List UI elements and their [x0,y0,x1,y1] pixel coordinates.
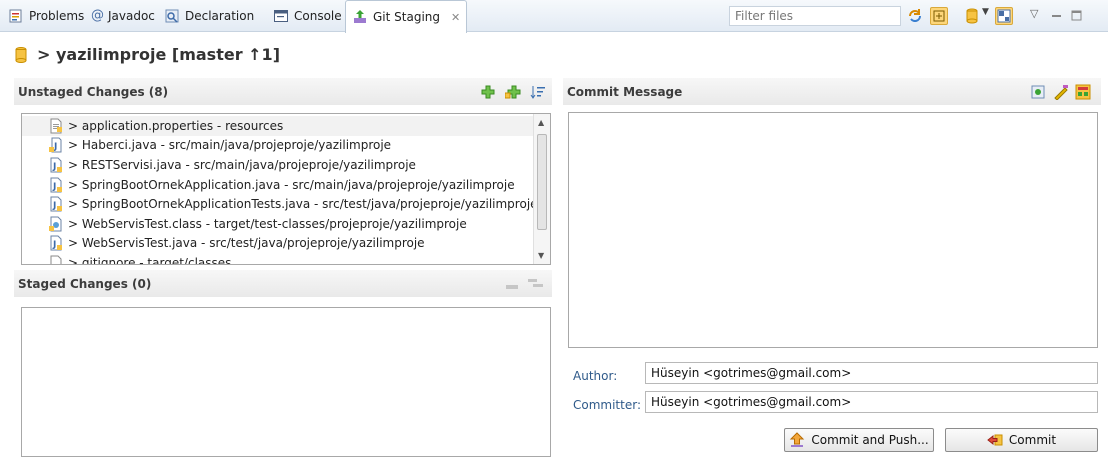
tab-problems[interactable]: Problems [8,0,84,32]
author-field[interactable]: Hüseyin <gotrimes@gmail.com> [645,362,1098,384]
scrollbar[interactable]: ▲ ▼ [533,114,550,264]
tab-label: Problems [29,9,85,23]
repository-title: > yazilimproje [master ↑1] [14,42,280,66]
commit-button[interactable]: Commit [945,428,1098,452]
tab-label: Javadoc [108,9,155,23]
list-item[interactable]: J > SpringBootOrnekApplicationTests.java… [22,194,550,214]
list-item[interactable]: J > RESTServisi.java - src/main/java/pro… [22,155,550,175]
push-icon [789,432,805,448]
file-label: > WebServisTest.java - src/test/java/pro… [68,236,425,251]
java-file-icon: J [48,157,64,173]
commit-and-push-button[interactable]: Commit and Push... [784,428,934,452]
section-title: Unstaged Changes (8) [18,84,169,99]
svg-text:J: J [52,162,56,172]
file-icon [48,255,64,264]
class-file-icon [48,216,64,232]
minimize-icon[interactable] [1048,7,1066,25]
amend-icon[interactable] [1053,84,1069,103]
tab-console[interactable]: Console [273,0,342,32]
list-item[interactable]: J > Haberci.java - src/main/java/projepr… [22,136,550,156]
file-label: > SpringBootOrnekApplicationTests.java -… [68,197,538,212]
commit-message-header: Commit Message [563,78,1101,105]
tab-label: Git Staging [373,10,441,24]
button-label: Commit [1008,433,1057,447]
add-all-to-index-icon[interactable] [504,85,521,102]
maximize-icon[interactable] [1068,7,1086,25]
svg-text:J: J [52,240,56,250]
file-label: > SpringBootOrnekApplication.java - src/… [68,177,515,192]
close-icon[interactable]: ✕ [451,11,460,24]
change-id-icon[interactable] [1075,84,1091,103]
refresh-icon[interactable] [906,7,924,25]
tab-git-staging[interactable]: Git Staging ✕ [345,0,468,33]
list-item[interactable]: J > SpringBootOrnekApplication.java - sr… [22,175,550,195]
chevron-down-icon[interactable]: ▼ [982,7,992,25]
properties-file-icon [48,118,64,134]
file-label: > RESTServisi.java - src/main/java/proje… [68,157,416,172]
list-item[interactable]: > application.properties - resources [22,116,550,136]
git-staging-icon [352,9,368,25]
committer-label: Committer: [573,398,641,412]
view-tab-bar: Problems @ Javadoc Declaration Console G… [0,0,1108,33]
sort-icon[interactable] [530,84,546,103]
view-menu-icon[interactable]: ▽ [1030,7,1048,25]
commit-icon [987,432,1003,448]
java-file-icon: J [48,196,64,212]
svg-text:J: J [52,182,56,192]
javadoc-icon: @ [91,8,104,23]
repository-icon[interactable] [963,7,981,25]
staged-files-list[interactable] [21,307,551,457]
section-title: Staged Changes (0) [18,276,152,291]
java-file-icon: J [48,177,64,193]
tab-label: Declaration [185,9,255,23]
tab-label: Console [294,9,342,23]
java-file-icon: J [48,137,64,153]
button-label: Commit and Push... [811,433,929,447]
layout-icon[interactable] [995,7,1013,25]
java-file-icon: J [48,235,64,251]
file-label: > Haberci.java - src/main/java/projeproj… [68,138,392,153]
file-label: > gitignore - target/classes [68,255,232,265]
author-label: Author: [573,369,618,383]
repository-icon [14,46,30,63]
list-item[interactable]: > gitignore - target/classes [22,253,550,265]
remove-all-from-index-icon[interactable] [528,278,544,293]
list-item[interactable]: > WebServisTest.class - target/test-clas… [22,214,550,234]
add-to-index-icon[interactable] [481,85,495,102]
console-icon [273,8,289,24]
add-signed-off-by-icon[interactable] [1030,84,1046,103]
filter-files-input[interactable]: Filter files [729,6,901,26]
scroll-up-icon[interactable]: ▲ [538,118,544,127]
unstaged-files-list[interactable]: > application.properties - resources J >… [21,113,551,265]
committer-field[interactable]: Hüseyin <gotrimes@gmail.com> [645,391,1098,413]
section-title: Commit Message [567,84,683,99]
declaration-icon [164,8,180,24]
file-label: > application.properties - resources [68,118,284,133]
commit-message-input[interactable] [568,112,1098,348]
problems-icon [8,8,24,24]
tab-javadoc[interactable]: @ Javadoc [91,0,155,32]
tab-declaration[interactable]: Declaration [164,0,254,32]
scrollbar-thumb[interactable] [537,134,547,230]
remove-from-index-icon[interactable] [506,280,520,294]
svg-text:J: J [52,201,56,211]
staged-changes-header: Staged Changes (0) [14,270,552,297]
link-selection-icon[interactable] [930,7,948,25]
repository-name: > yazilimproje [master ↑1] [37,44,280,64]
file-label: > WebServisTest.class - target/test-clas… [68,216,467,231]
unstaged-changes-header: Unstaged Changes (8) [14,78,552,105]
list-item[interactable]: J > WebServisTest.java - src/test/java/p… [22,234,550,254]
scroll-down-icon[interactable]: ▼ [538,251,544,260]
